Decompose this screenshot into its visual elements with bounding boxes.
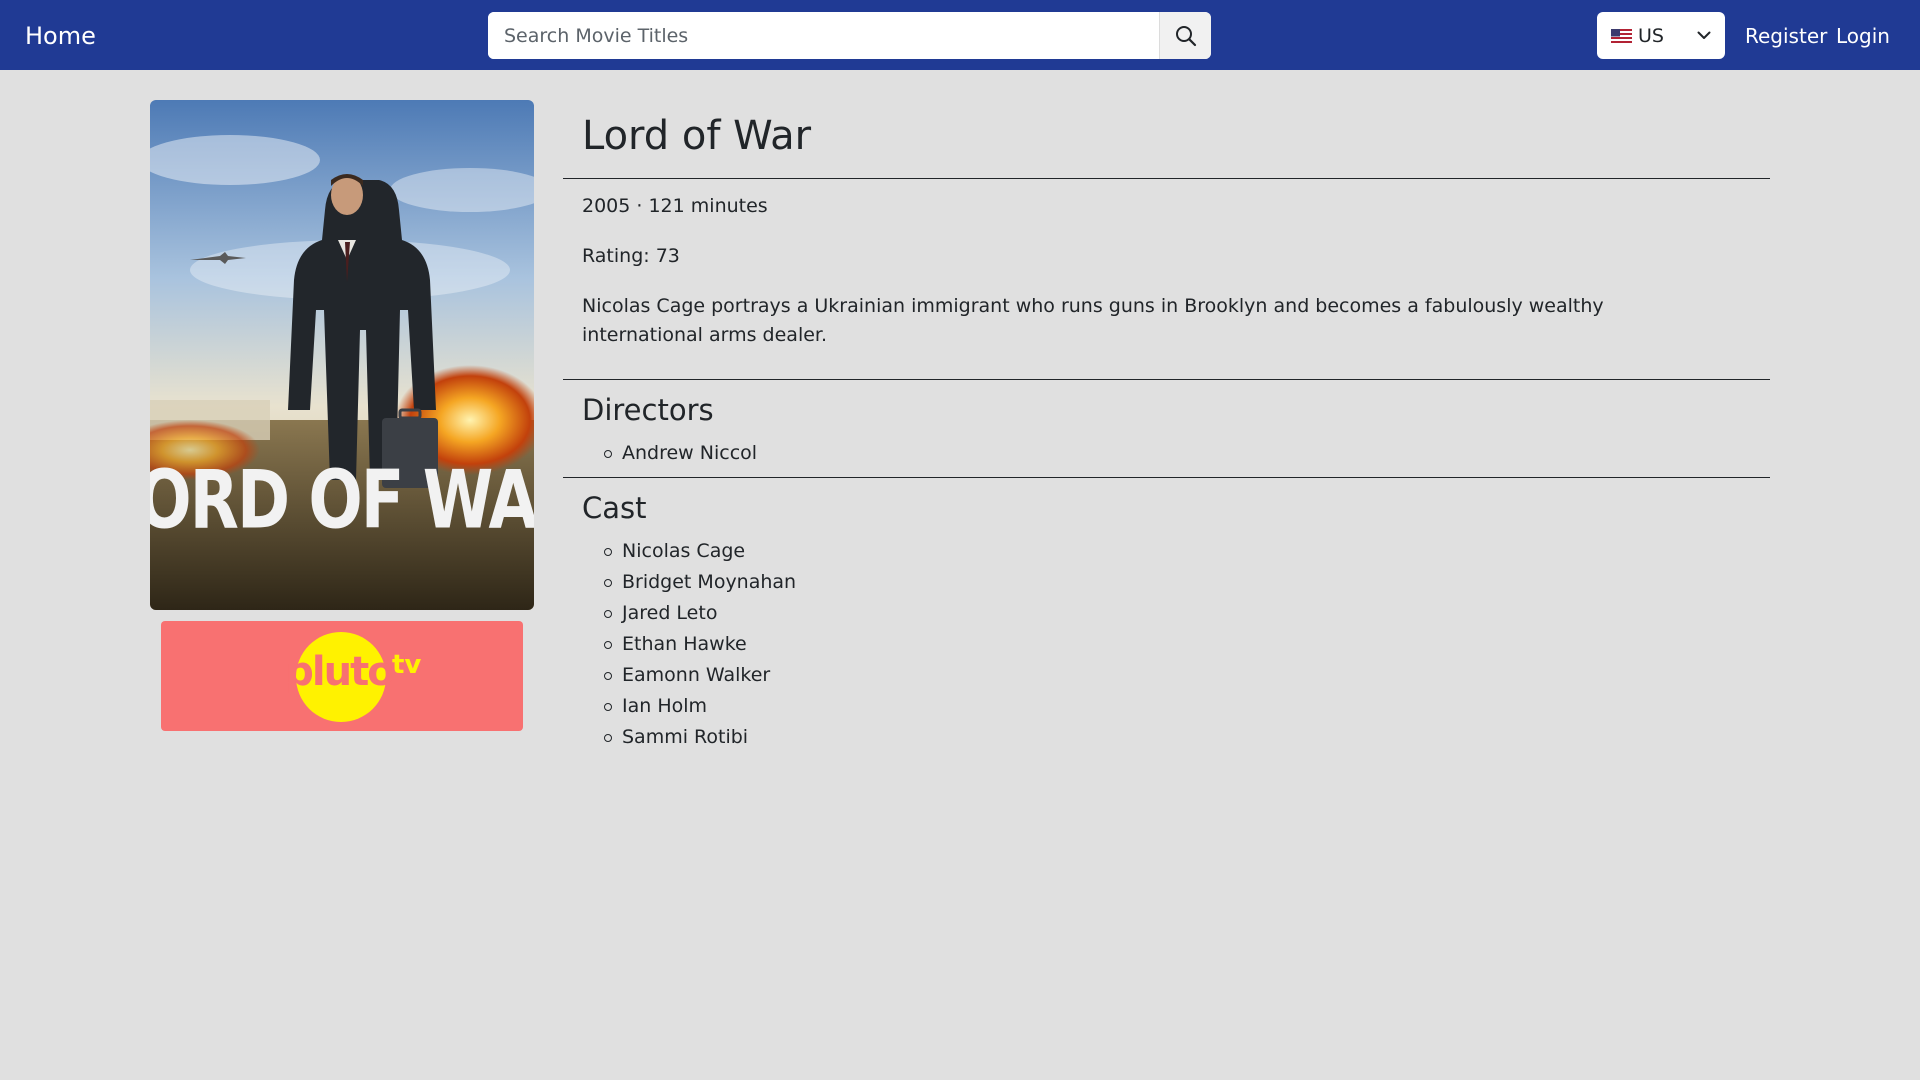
directors-list: Andrew Niccol — [602, 438, 757, 469]
poster-title-text: LORD OF WAR — [150, 455, 534, 548]
home-link[interactable]: Home — [25, 20, 96, 52]
us-flag-icon — [1611, 28, 1632, 43]
cast-item: Ian Holm — [602, 691, 796, 722]
divider — [563, 379, 1770, 380]
register-link[interactable]: Register — [1745, 22, 1827, 50]
search-icon — [1175, 25, 1196, 46]
directors-heading: Directors — [582, 393, 714, 427]
login-link[interactable]: Login — [1836, 22, 1890, 50]
director-item: Andrew Niccol — [602, 438, 757, 469]
year-runtime: 2005 · 121 minutes — [582, 195, 768, 217]
search-bar — [488, 12, 1211, 59]
country-select[interactable]: US — [1597, 12, 1725, 59]
cast-heading: Cast — [582, 491, 647, 525]
chevron-down-icon — [1697, 31, 1711, 39]
pluto-logo-text: pluto — [285, 649, 393, 695]
search-button[interactable] — [1159, 12, 1211, 59]
pluto-logo-tv-text: tv — [392, 650, 421, 680]
search-input[interactable] — [488, 12, 1159, 59]
poster-image: LORD OF WAR — [150, 100, 534, 610]
movie-poster: LORD OF WAR — [150, 100, 534, 610]
cast-item: Ethan Hawke — [602, 629, 796, 660]
country-label: US — [1638, 24, 1664, 47]
pluto-tv-provider-button[interactable]: pluto tv — [161, 621, 523, 731]
top-navbar: Home US Register Login — [0, 0, 1920, 70]
cast-item: Bridget Moynahan — [602, 567, 796, 598]
cast-item: Eamonn Walker — [602, 660, 796, 691]
cast-item: Sammi Rotibi — [602, 722, 796, 753]
overview: Nicolas Cage portrays a Ukrainian immigr… — [582, 295, 1604, 346]
divider — [563, 477, 1770, 478]
movie-title: Lord of War — [582, 113, 812, 159]
rating: Rating: 73 — [582, 245, 680, 267]
cast-item: Jared Leto — [602, 598, 796, 629]
divider — [563, 178, 1770, 179]
pluto-tv-logo: pluto tv — [285, 632, 421, 722]
cast-list: Nicolas Cage Bridget Moynahan Jared Leto… — [602, 536, 796, 753]
cast-item: Nicolas Cage — [602, 536, 796, 567]
